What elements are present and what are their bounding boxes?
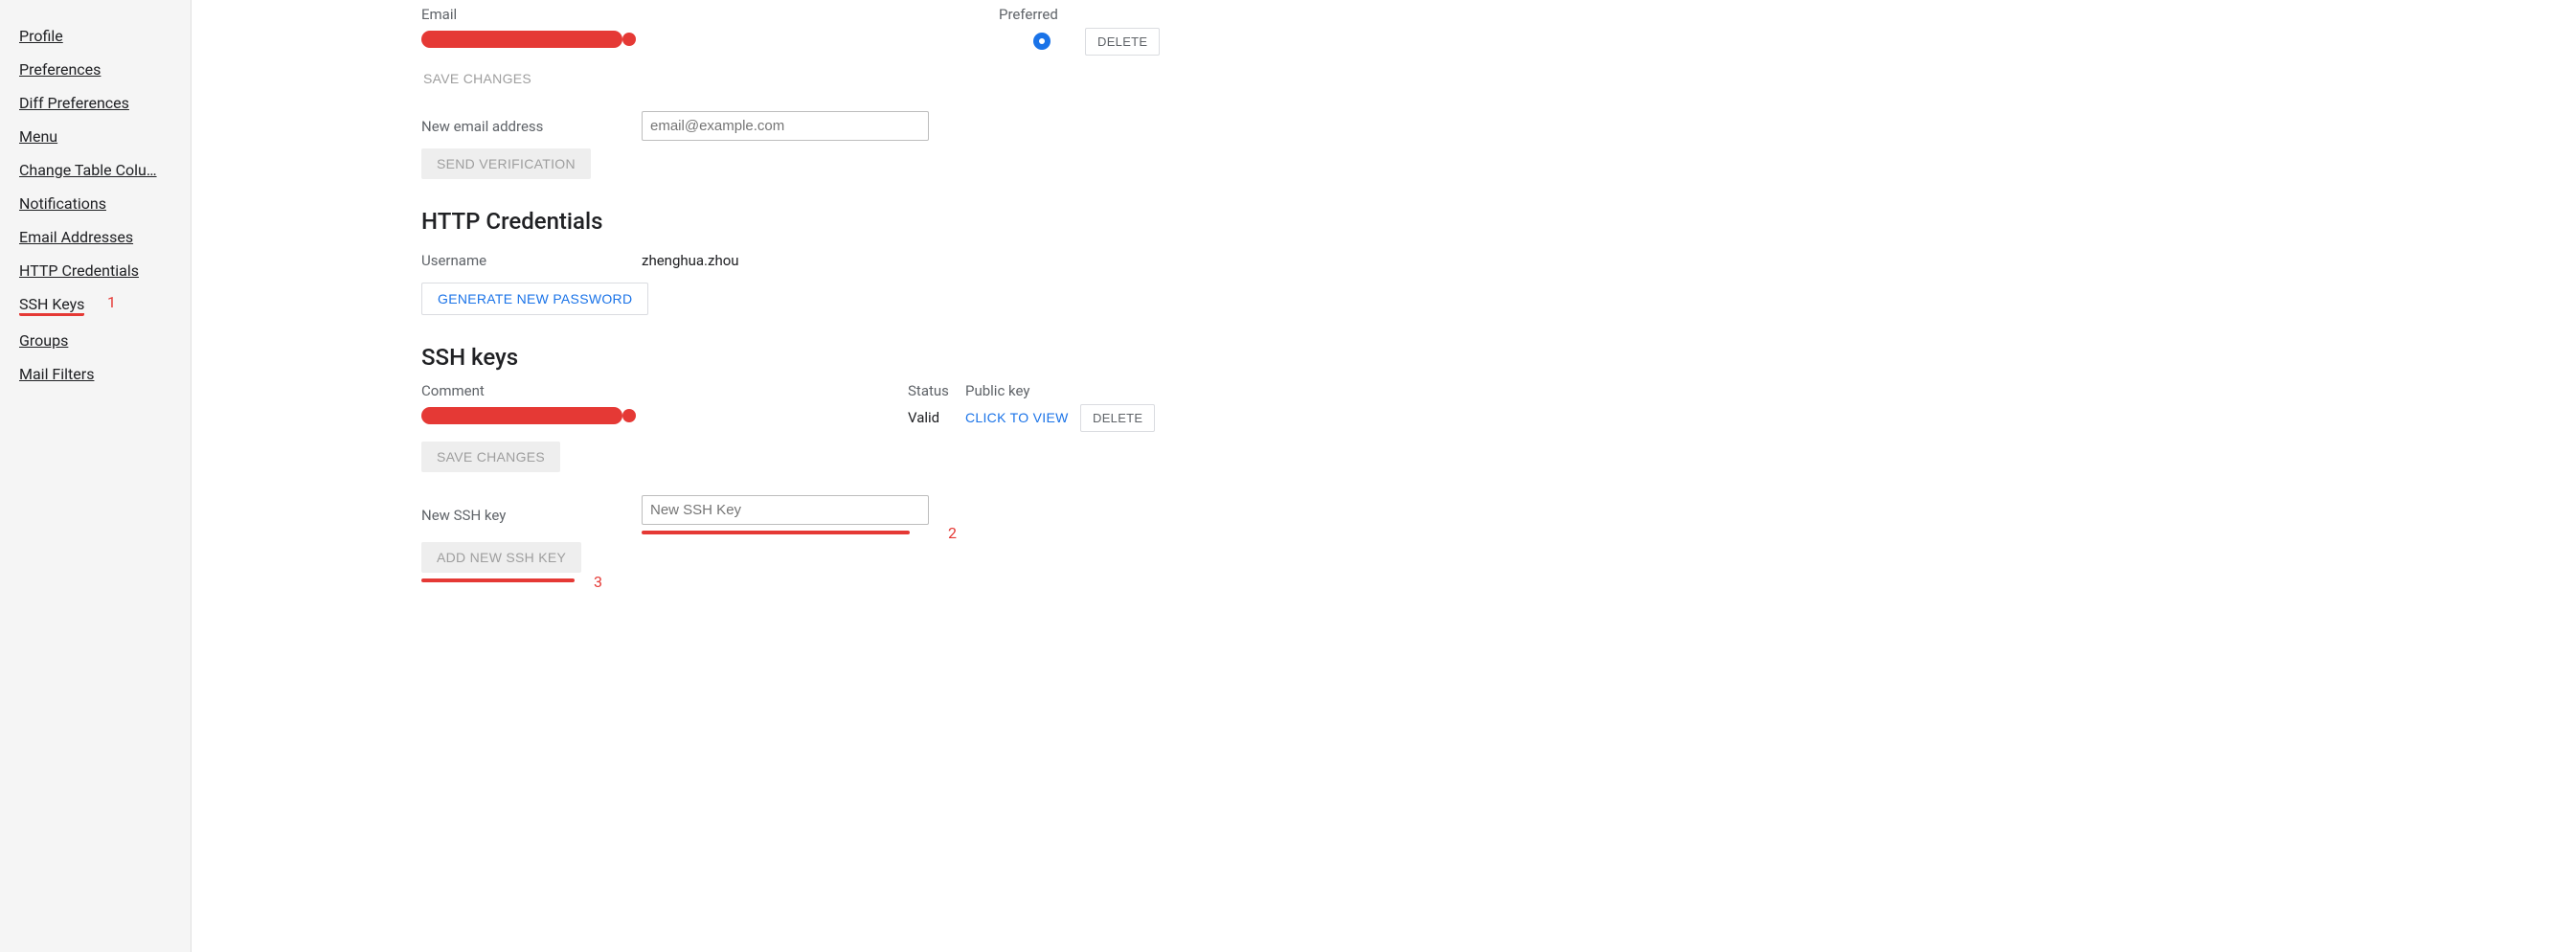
preferred-col-header: Preferred xyxy=(999,6,1085,23)
new-email-label: New email address xyxy=(421,118,642,135)
email-delete-button[interactable]: DELETE xyxy=(1085,28,1160,56)
username-label: Username xyxy=(421,252,642,269)
sidebar-item-groups[interactable]: Groups xyxy=(0,324,191,357)
sidebar-item-profile[interactable]: Profile xyxy=(0,19,191,53)
ssh-col-status: Status xyxy=(908,382,965,399)
email-value-redacted xyxy=(421,31,622,48)
add-new-ssh-key-button[interactable]: ADD NEW SSH KEY xyxy=(421,542,581,573)
ssh-comment-redacted xyxy=(421,407,622,424)
email-save-changes-button[interactable]: SAVE CHANGES xyxy=(421,65,533,92)
sidebar-item-diff-preferences[interactable]: Diff Preferences xyxy=(0,86,191,120)
annotation-3: 3 xyxy=(594,573,602,591)
sidebar-item-mail-filters[interactable]: Mail Filters xyxy=(0,357,191,391)
ssh-keys-section: SSH keys Comment Status Public key Valid… xyxy=(421,344,1494,582)
new-email-input[interactable] xyxy=(642,111,929,141)
username-value: zhenghua.zhou xyxy=(642,252,739,269)
sidebar-item-change-table-cols[interactable]: Change Table Colu… xyxy=(0,153,191,187)
email-col-header: Email xyxy=(421,6,999,23)
annotation-1: 1 xyxy=(107,293,116,311)
ssh-click-to-view-button[interactable]: CLICK TO VIEW xyxy=(965,410,1069,425)
email-section: Email Preferred DELETE SAVE CHANGES New … xyxy=(421,6,1494,179)
sidebar-item-http-credentials[interactable]: HTTP Credentials xyxy=(0,254,191,287)
sidebar-item-preferences[interactable]: Preferences xyxy=(0,53,191,86)
http-credentials-section: HTTP Credentials Username zhenghua.zhou … xyxy=(421,208,1494,315)
send-verification-button[interactable]: SEND VERIFICATION xyxy=(421,148,591,179)
settings-sidebar: Profile Preferences Diff Preferences Men… xyxy=(0,0,192,952)
new-ssh-key-input[interactable] xyxy=(642,495,929,525)
sidebar-item-email-addresses[interactable]: Email Addresses xyxy=(0,220,191,254)
ssh-status-value: Valid xyxy=(908,409,965,426)
sidebar-item-notifications[interactable]: Notifications xyxy=(0,187,191,220)
http-credentials-heading: HTTP Credentials xyxy=(421,208,1494,235)
sidebar-item-label: SSH Keys xyxy=(19,295,84,316)
ssh-save-changes-button[interactable]: SAVE CHANGES xyxy=(421,442,560,472)
sidebar-item-ssh-keys[interactable]: SSH Keys xyxy=(0,287,191,324)
ssh-delete-button[interactable]: DELETE xyxy=(1080,404,1155,432)
settings-main: Email Preferred DELETE SAVE CHANGES New … xyxy=(192,0,1532,952)
ssh-keys-heading: SSH keys xyxy=(421,344,1494,371)
ssh-col-comment: Comment xyxy=(421,382,908,399)
annotation-2: 2 xyxy=(948,524,957,542)
ssh-col-pubkey: Public key xyxy=(965,382,1080,399)
new-ssh-key-label: New SSH key xyxy=(421,507,642,524)
generate-password-button[interactable]: GENERATE NEW PASSWORD xyxy=(421,283,648,315)
preferred-radio[interactable] xyxy=(1033,33,1051,50)
sidebar-item-menu[interactable]: Menu xyxy=(0,120,191,153)
